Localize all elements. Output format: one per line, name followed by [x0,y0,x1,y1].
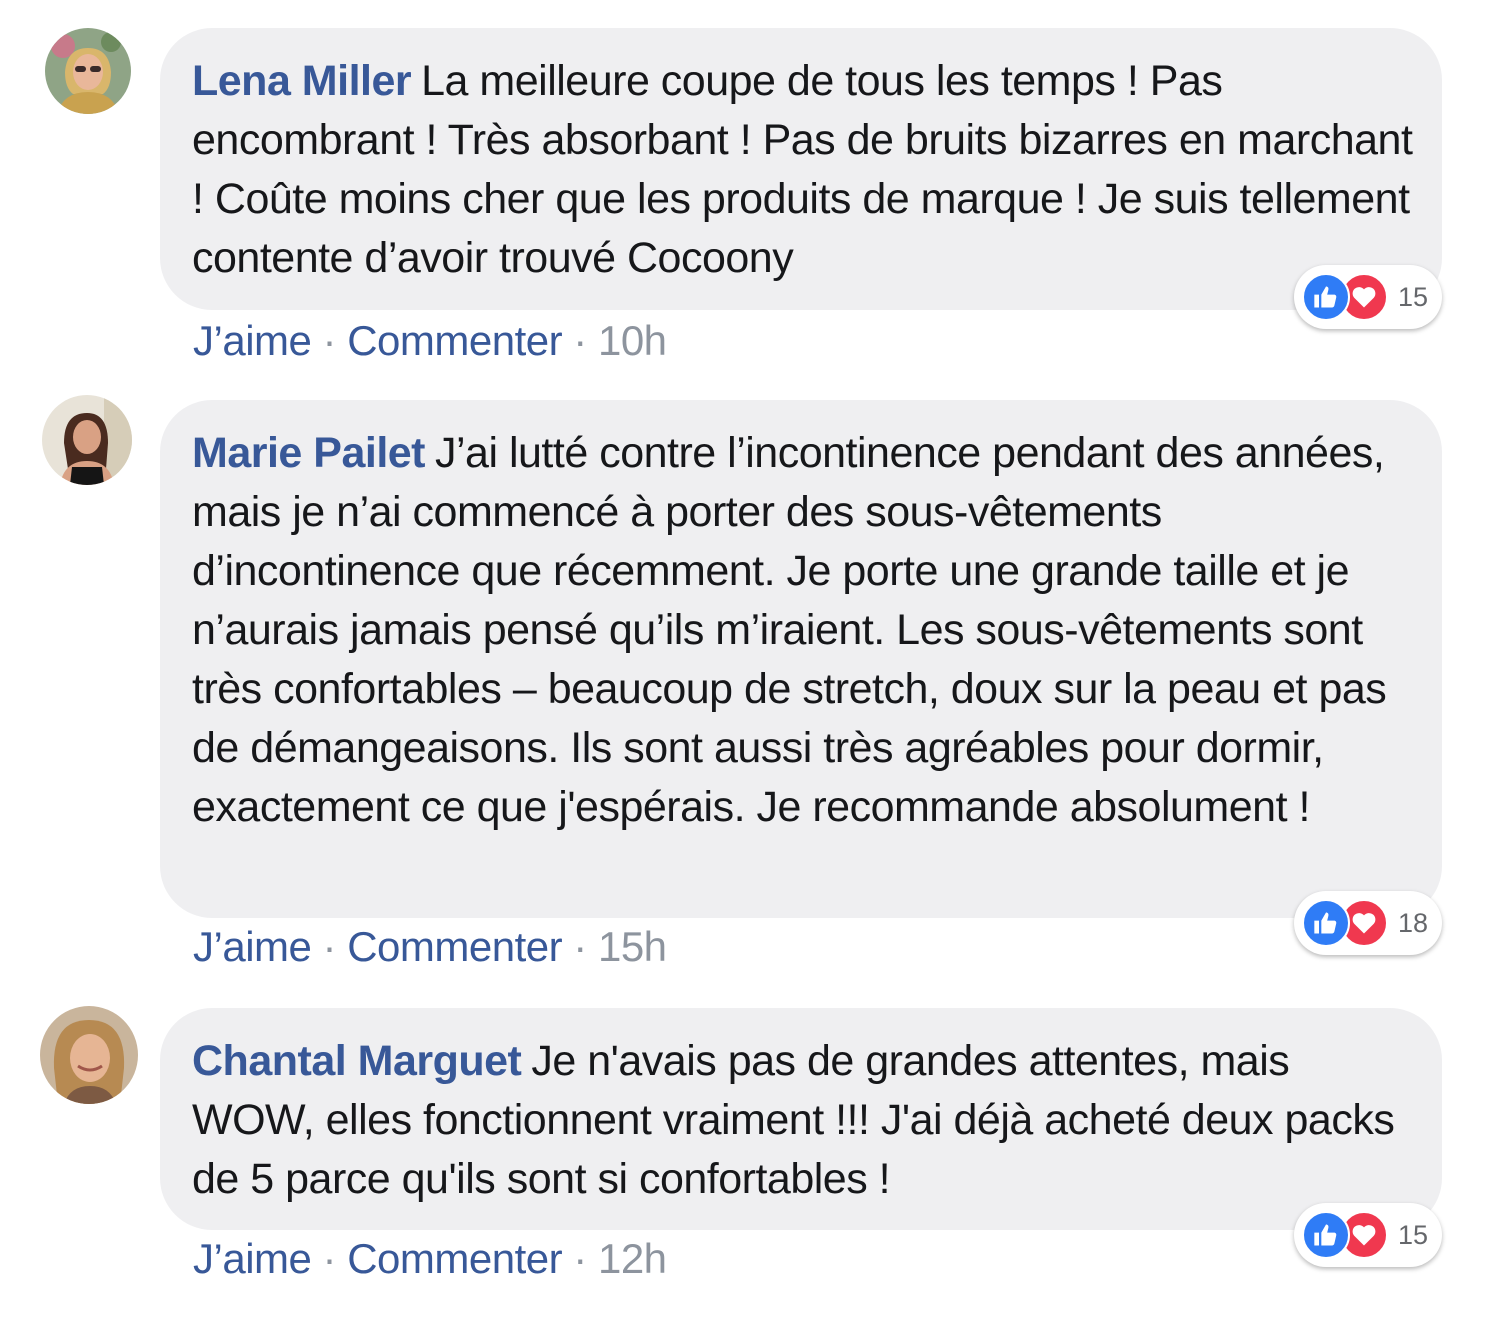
comment-bubble: Chantal Marguet Je n'avais pas de grandes… [160,1008,1442,1230]
like-link[interactable]: J’aime [193,1235,312,1282]
separator: · [573,317,587,364]
reactions-summary[interactable]: 15 [1293,1203,1442,1267]
timestamp[interactable]: 15h [598,923,667,970]
reactions-summary[interactable]: 15 [1293,265,1442,329]
separator: · [573,1235,587,1282]
timestamp[interactable]: 12h [598,1235,667,1282]
avatar[interactable] [42,395,132,485]
avatar[interactable] [40,1006,138,1104]
comment-bubble: Lena Miller La meilleure coupe de tous le… [160,28,1442,310]
reply-link[interactable]: Commenter [347,923,562,970]
comment-actions: J’aime · Commenter · 10h [193,317,667,365]
like-link[interactable]: J’aime [193,923,312,970]
like-link[interactable]: J’aime [193,317,312,364]
reaction-count: 18 [1397,907,1428,938]
separator: · [322,1235,337,1282]
reply-link[interactable]: Commenter [347,317,562,364]
separator: · [322,317,337,364]
separator: · [322,923,337,970]
comment-text: J’ai lutté contre l’incontinence pendant… [192,429,1387,831]
author-name[interactable]: Lena Miller [192,57,412,105]
thumbs-up-icon [1301,1211,1350,1259]
reply-link[interactable]: Commenter [347,1235,562,1282]
reactions-summary[interactable]: 18 [1293,891,1442,955]
reaction-count: 15 [1397,281,1428,312]
thumbs-up-icon [1301,899,1350,947]
comment-actions: J’aime · Commenter · 15h [193,923,667,971]
author-name[interactable]: Chantal Marguet [192,1037,522,1085]
reaction-count: 15 [1397,1219,1428,1250]
separator: · [573,923,587,970]
author-name[interactable]: Marie Pailet [192,429,426,477]
timestamp[interactable]: 10h [598,317,667,364]
comment-bubble: Marie Pailet J’ai lutté contre l’incontin… [160,400,1442,918]
comment-actions: J’aime · Commenter · 12h [193,1235,667,1283]
thumbs-up-icon [1301,273,1350,321]
avatar[interactable] [45,28,131,114]
